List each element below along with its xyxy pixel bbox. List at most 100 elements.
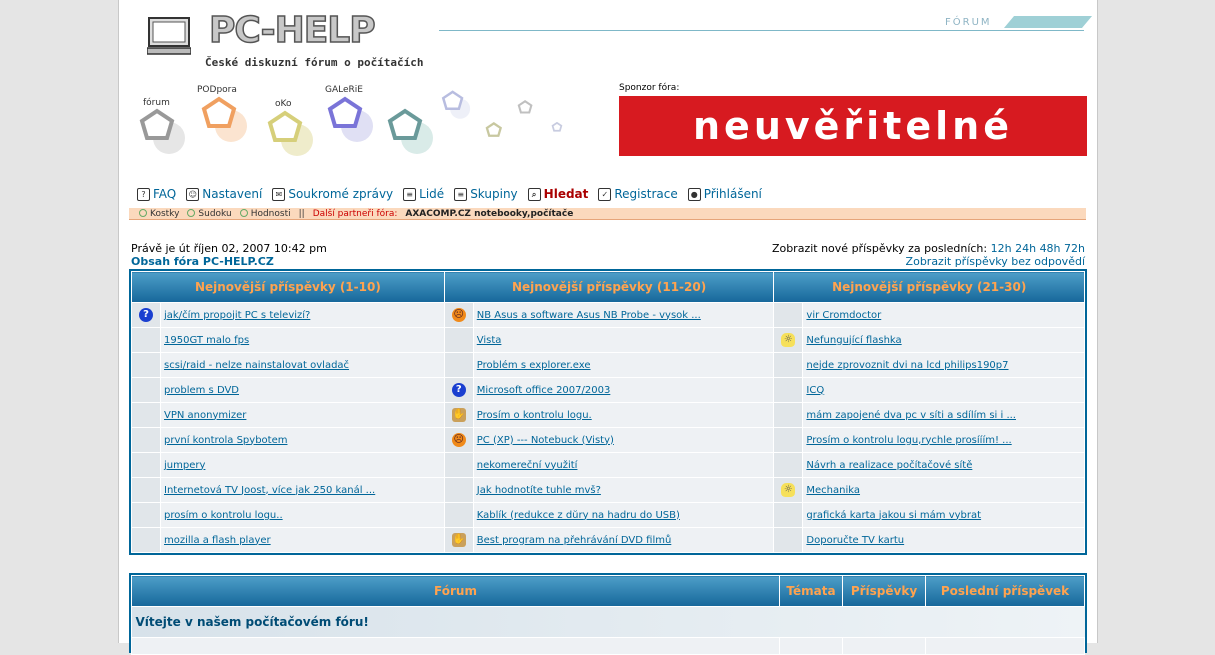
post-cell: Nefungující flashka xyxy=(802,327,1085,353)
range-12h[interactable]: 12h xyxy=(991,242,1012,255)
post-link[interactable]: mám zapojené dva pc v síti a sdílím si i… xyxy=(806,410,1016,421)
post-link[interactable]: Kablík (redukce z dŭry na hadru do USB) xyxy=(477,510,680,521)
post-link[interactable]: Best program na přehrávání DVD filmů xyxy=(477,535,672,546)
table-row: první kontrola Spybotem ☹ PC (XP) --- Note… xyxy=(131,427,1085,453)
post-link[interactable]: Mechanika xyxy=(806,485,860,496)
post-cell: problem s DVD xyxy=(160,377,445,403)
nav-label-oko: oKo xyxy=(275,99,292,109)
range-48h[interactable]: 48h xyxy=(1040,242,1061,255)
table-row: problem s DVD? Microsoft office 2007/2003… xyxy=(131,377,1085,403)
range-24h[interactable]: 24h xyxy=(1015,242,1036,255)
latest-header-1: Nejnovější příspěvky (1-10) xyxy=(131,271,445,303)
login-icon: ● xyxy=(687,187,701,201)
post-link[interactable]: nejde zprovoznit dvi na lcd philips190p7 xyxy=(806,360,1008,371)
post-link[interactable]: vir Cromdoctor xyxy=(806,310,881,321)
post-link[interactable]: Vista xyxy=(477,335,502,346)
oko-pentagon-icon[interactable] xyxy=(267,110,317,158)
post-icon-cell xyxy=(131,527,161,553)
subbar-link-hodnosti[interactable]: Hodnosti xyxy=(239,209,291,219)
post-icon-cell xyxy=(443,352,474,378)
menu-private-messages[interactable]: ✉ Soukromé zprávy xyxy=(272,187,393,201)
post-link[interactable]: prosím o kontrolu logu.. xyxy=(164,510,283,521)
sponsor-banner[interactable]: neuvěřitelné xyxy=(619,96,1087,156)
post-cell: 1950GT malo fps xyxy=(160,327,445,353)
post-link[interactable]: Jak hodnotíte tuhle mvš? xyxy=(477,485,601,496)
forum-col-last-post: Poslední příspěvek xyxy=(925,575,1085,607)
table-row: scsi/raid - nelze nainstalovat ovladač Pr… xyxy=(131,352,1085,378)
post-link[interactable]: první kontrola Spybotem xyxy=(164,435,287,446)
post-link[interactable]: Nefungující flashka xyxy=(806,335,901,346)
table-row: Internetová TV Joost, více jak 250 kanál… xyxy=(131,477,1085,503)
post-cell: Jak hodnotíte tuhle mvš? xyxy=(472,477,775,503)
post-icon-cell xyxy=(443,452,474,478)
subbar-link-sudoku[interactable]: Sudoku xyxy=(187,209,232,219)
post-link[interactable]: jumpery xyxy=(164,460,205,471)
unanswered-posts-link[interactable]: Zobrazit příspěvky bez odpovědí xyxy=(906,255,1085,268)
post-link[interactable]: grafická karta jakou si mám vybrat xyxy=(806,510,981,521)
forum-col-posts: Příspěvky xyxy=(842,575,926,607)
menu-search[interactable]: ⌕ Hledat xyxy=(527,187,588,201)
partner-link[interactable]: AXACOMP.CZ notebooky,počítače xyxy=(405,209,573,219)
post-icon-cell xyxy=(443,327,474,353)
forum-tag: FÓRUM xyxy=(945,17,992,28)
galerie-pentagon-icon[interactable] xyxy=(327,96,377,144)
post-cell: jumpery xyxy=(160,452,445,478)
post-link[interactable]: Problém s explorer.exe xyxy=(477,360,591,371)
post-icon-cell xyxy=(131,427,161,453)
post-icon-cell xyxy=(773,502,804,528)
post-link[interactable]: Návrh a realizace počítačové sítě xyxy=(806,460,972,471)
current-date: Právě je út říjen 02, 2007 10:42 pm xyxy=(131,242,327,255)
decor-pentagon-icon xyxy=(517,100,533,114)
post-icon-cell xyxy=(131,452,161,478)
post-icon-cell: ☹ xyxy=(443,427,474,453)
post-icon-cell: ? xyxy=(131,302,161,328)
podpora-pentagon-icon[interactable] xyxy=(201,96,251,144)
post-cell: Kablík (redukce z dŭry na hadru do USB) xyxy=(472,502,775,528)
menu-login[interactable]: ● Přihlášení xyxy=(687,187,762,201)
post-link[interactable]: Prosím o kontrolu logu. xyxy=(477,410,592,421)
range-72h[interactable]: 72h xyxy=(1064,242,1085,255)
logo-title[interactable]: PC-HELP xyxy=(208,9,376,52)
post-link[interactable]: mozilla a flash player xyxy=(164,535,271,546)
post-link[interactable]: problem s DVD xyxy=(164,385,239,396)
post-icon-cell xyxy=(773,427,804,453)
post-link[interactable]: scsi/raid - nelze nainstalovat ovladač xyxy=(164,360,349,371)
post-link[interactable]: Doporučte TV kartu xyxy=(806,535,904,546)
post-cell: grafická karta jakou si mám vybrat xyxy=(802,502,1085,528)
welcome-category: Vítejte v našem počítačovém fóru! xyxy=(131,606,1085,638)
post-cell: PC (XP) --- Notebuck (Visty) xyxy=(472,427,775,453)
post-cell: Vista xyxy=(472,327,775,353)
monitor-logo-icon xyxy=(147,17,191,55)
sad-face-icon: ☹ xyxy=(451,433,466,447)
post-cell: Prosím o kontrolu logu. xyxy=(472,402,775,428)
post-link[interactable]: Internetová TV Joost, více jak 250 kanál… xyxy=(164,485,375,496)
post-link[interactable]: NB Asus a software Asus NB Probe - vysok… xyxy=(477,310,701,321)
post-link[interactable]: PC (XP) --- Notebuck (Visty) xyxy=(477,435,614,446)
menu-settings[interactable]: ☺ Nastavení xyxy=(186,187,262,201)
menu-register[interactable]: ✓ Registrace xyxy=(598,187,678,201)
post-link[interactable]: Microsoft office 2007/2003 xyxy=(477,385,611,396)
post-link[interactable]: ICQ xyxy=(806,385,824,396)
logo-subtitle: České diskuzní fórum o počítačích xyxy=(205,56,424,69)
subbar-link-kostky[interactable]: Kostky xyxy=(139,209,179,219)
post-link[interactable]: Prosím o kontrolu logu,rychle prosííím! … xyxy=(806,435,1011,446)
post-link[interactable]: 1950GT malo fps xyxy=(164,335,249,346)
sponsor-label: Sponzor fóra: xyxy=(619,83,680,93)
new-posts-label: Zobrazit nové příspěvky za posledních: xyxy=(771,242,988,255)
forum-col-topics: Témata xyxy=(779,575,843,607)
forum-index-link[interactable]: Obsah fóra PC-HELP.CZ xyxy=(131,255,274,268)
post-icon-cell xyxy=(773,302,804,328)
menu-members[interactable]: ≡ Lidé xyxy=(403,187,444,201)
forum-pentagon-icon[interactable] xyxy=(139,108,189,156)
latest-posts-table: Nejnovější příspěvky (1-10) Nejnovější p… xyxy=(129,269,1087,555)
menu-groups[interactable]: ≡ Skupiny xyxy=(454,187,518,201)
post-icon-cell xyxy=(773,352,804,378)
post-link[interactable]: jak/čím propojit PC s televizí? xyxy=(164,310,310,321)
post-cell: jak/čím propojit PC s televizí? xyxy=(160,302,445,328)
post-link[interactable]: VPN anonymizer xyxy=(164,410,246,421)
post-cell: nejde zprovoznit dvi na lcd philips190p7 xyxy=(802,352,1085,378)
post-icon-cell xyxy=(773,377,804,403)
lightbulb-icon: ☼ xyxy=(781,483,796,497)
menu-faq[interactable]: ? FAQ xyxy=(137,187,176,201)
post-link[interactable]: nekomereční využití xyxy=(477,460,578,471)
